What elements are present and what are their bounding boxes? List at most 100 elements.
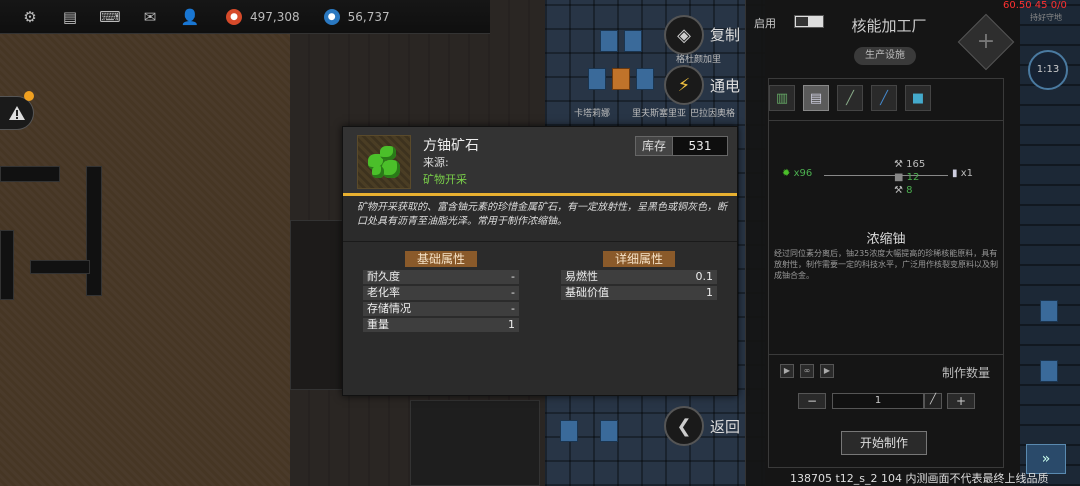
tab-cube[interactable]: ■ bbox=[905, 85, 931, 111]
ore-icon: ✹ bbox=[782, 168, 791, 179]
wall-segment bbox=[0, 166, 60, 182]
chevron-left-icon: ❮ bbox=[676, 415, 692, 437]
notification-dot bbox=[24, 91, 34, 101]
recipe-output: ▮ x1 bbox=[952, 168, 973, 179]
machine[interactable] bbox=[588, 68, 606, 90]
map-icon: ▥ bbox=[775, 90, 789, 106]
resource-research: ● 56,737 bbox=[323, 8, 390, 25]
gear-icon[interactable]: ⚙ bbox=[18, 5, 42, 29]
time-clock[interactable]: 1:13 bbox=[1028, 50, 1068, 90]
machine[interactable] bbox=[1040, 300, 1058, 322]
keyboard-icon[interactable]: ⌨ bbox=[98, 5, 122, 29]
attribute-row: 老化率 - bbox=[363, 286, 519, 300]
facility-title: 核能加工厂 bbox=[851, 17, 927, 35]
recipe-requirements: ⚒ 165 ■ 12 ⚒ 8 bbox=[894, 158, 925, 197]
facility-panel: 启用 核能加工厂 生产设施 + ▥ ▤ ╱ ╱ ■ ✹ x96 ⚒ 165 ■ … bbox=[745, 0, 1020, 486]
decrease-button[interactable]: − bbox=[798, 393, 826, 409]
money-icon: ● bbox=[226, 8, 242, 25]
quantity-input[interactable]: 1 bbox=[832, 393, 924, 409]
attribute-row: 重量 1 bbox=[363, 318, 519, 332]
item-icon bbox=[357, 135, 411, 189]
divider bbox=[343, 241, 737, 242]
room-block bbox=[290, 220, 350, 390]
attribute-row: 耐久度 - bbox=[363, 270, 519, 284]
machine[interactable] bbox=[624, 30, 642, 52]
attribute-row: 易燃性 0.1 bbox=[561, 270, 717, 284]
attribute-key: 存储情况 bbox=[367, 302, 411, 315]
enable-toggle[interactable] bbox=[794, 15, 824, 28]
fast-forward-icon: » bbox=[1041, 451, 1051, 467]
resource-money: ● 497,308 bbox=[226, 8, 300, 25]
infinity-icon: ∞ bbox=[803, 366, 811, 375]
back-label: 返回 bbox=[710, 418, 741, 436]
recipe-input: ✹ x96 bbox=[782, 168, 812, 179]
stock-label: 库存 bbox=[635, 136, 673, 156]
plus-icon: + bbox=[976, 29, 996, 54]
product-description: 经过同位素分离后，铀235浓度大幅提高的珍稀核能原料，具有放射性，制作需要一定的… bbox=[774, 249, 998, 280]
machine[interactable] bbox=[636, 68, 654, 90]
machine[interactable] bbox=[612, 68, 630, 90]
machine[interactable] bbox=[600, 30, 618, 52]
attribute-key: 耐久度 bbox=[367, 270, 400, 283]
cube-icon: ■ bbox=[911, 90, 925, 106]
machine[interactable] bbox=[560, 420, 578, 442]
tab-rod[interactable]: ╱ bbox=[837, 85, 863, 111]
requirement-value: 12 bbox=[906, 172, 920, 183]
character-name: 里夫斯塞里亚 bbox=[632, 109, 687, 119]
quantity-slider-handle[interactable]: ╱ bbox=[924, 393, 942, 409]
attribute-key: 基础价值 bbox=[565, 286, 609, 299]
alert-button[interactable] bbox=[0, 96, 34, 130]
attribute-value: - bbox=[511, 286, 515, 299]
tab-map[interactable]: ▥ bbox=[769, 85, 795, 111]
item-name: 方铀矿石 bbox=[423, 138, 479, 154]
recipe-tabs: ▥ ▤ ╱ ╱ ■ bbox=[769, 85, 931, 111]
divider bbox=[768, 354, 1004, 355]
increase-button[interactable]: + bbox=[947, 393, 975, 409]
play-button[interactable]: ▶ bbox=[820, 364, 834, 378]
character-name: 卡塔莉娜 bbox=[574, 109, 611, 119]
start-production-button[interactable]: 开始制作 bbox=[841, 431, 927, 455]
ore-icon bbox=[366, 144, 402, 180]
block-icon: ■ bbox=[894, 172, 904, 183]
wrench-icon: ⚒ bbox=[894, 185, 903, 196]
mail-icon[interactable]: ✉ bbox=[138, 5, 162, 29]
lightning-icon: ⚡ bbox=[677, 74, 691, 96]
add-button[interactable]: + bbox=[957, 13, 1015, 71]
divider bbox=[768, 120, 1004, 121]
facility-category-badge: 生产设施 bbox=[854, 47, 916, 65]
pen-icon: ╱ bbox=[880, 90, 888, 106]
repeat-forever-button[interactable]: ∞ bbox=[800, 364, 814, 378]
attribute-value: - bbox=[511, 270, 515, 283]
play-once-button[interactable]: ▶ bbox=[780, 364, 794, 378]
research-icon: ● bbox=[323, 8, 340, 25]
copy-button[interactable]: ◈ bbox=[664, 15, 704, 55]
attribute-value: - bbox=[511, 302, 515, 315]
source-value: 矿物开采 bbox=[423, 173, 467, 186]
requirement-value: 8 bbox=[906, 185, 913, 196]
tab-pen[interactable]: ╱ bbox=[871, 85, 897, 111]
person-icon[interactable]: 👤 bbox=[178, 5, 202, 29]
slash-icon: ╱ bbox=[929, 394, 937, 405]
requirement-value: 165 bbox=[906, 159, 926, 170]
back-button[interactable]: ❮ bbox=[664, 406, 704, 446]
attribute-row: 基础价值 1 bbox=[561, 286, 717, 300]
item-description: 矿物开采获取的、富含铀元素的珍惜金属矿石，有一定放射性，呈黑色或铜灰色，断口处具… bbox=[357, 202, 727, 227]
basic-attributes-title: 基础属性 bbox=[405, 251, 477, 267]
warning-icon bbox=[8, 106, 25, 120]
output-qty: x1 bbox=[960, 168, 973, 179]
tab-barrel[interactable]: ▤ bbox=[803, 85, 829, 111]
chat-icon[interactable]: ▤ bbox=[58, 5, 82, 29]
stock-value: 531 bbox=[672, 136, 728, 156]
research-value: 56,737 bbox=[347, 9, 390, 24]
money-value: 497,308 bbox=[250, 9, 300, 24]
power-button[interactable]: ⚡ bbox=[664, 65, 704, 105]
recipe-connector bbox=[824, 175, 948, 176]
power-label: 通电 bbox=[710, 77, 741, 95]
play-icon: ▶ bbox=[783, 366, 791, 375]
wall-segment bbox=[86, 166, 102, 296]
build-info: 138705 t12_s_2 104 内测画面不代表最终上线品质 bbox=[790, 472, 1049, 485]
play-icon: ▶ bbox=[823, 366, 831, 375]
machine[interactable] bbox=[600, 420, 618, 442]
machine[interactable] bbox=[1040, 360, 1058, 382]
sand-terrain bbox=[0, 30, 300, 486]
